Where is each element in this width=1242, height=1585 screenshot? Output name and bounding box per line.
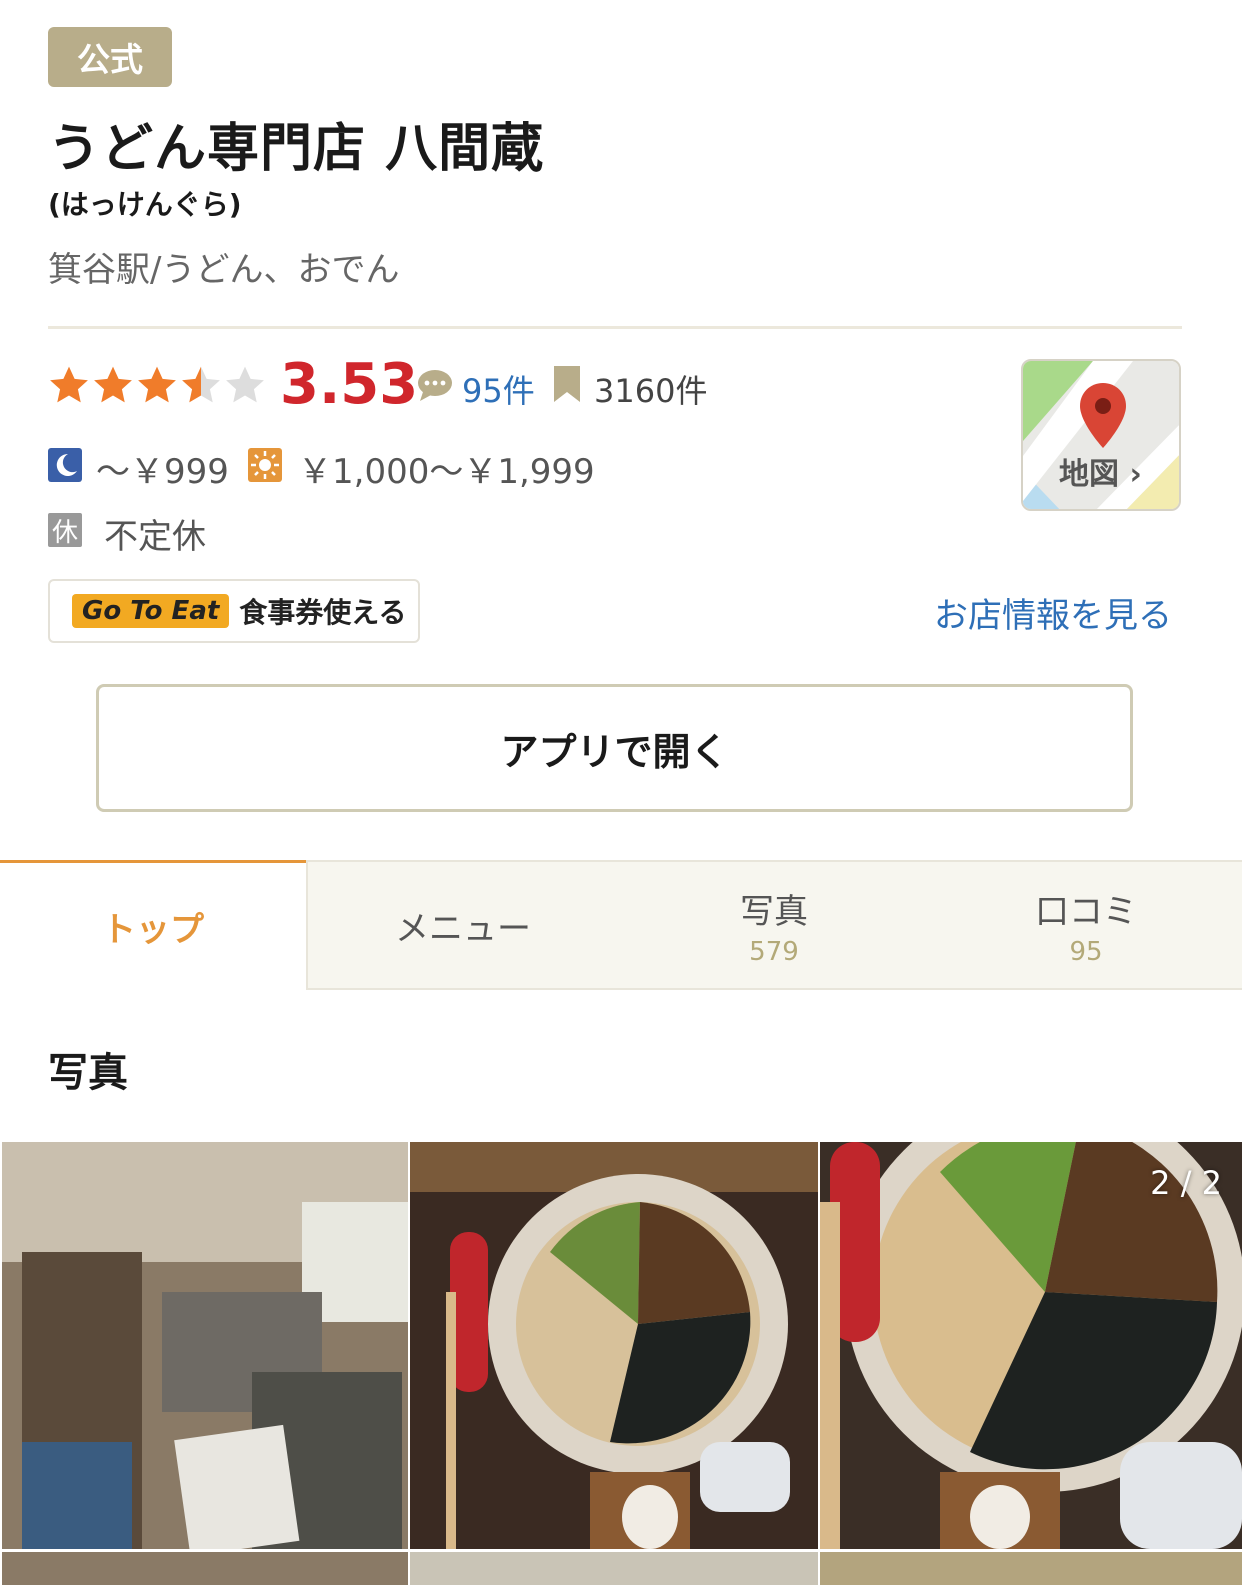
rating-stars <box>48 364 266 406</box>
moon-icon <box>48 448 82 482</box>
sun-icon <box>248 448 282 482</box>
shop-name: うどん専門店 八間蔵 <box>48 119 545 179</box>
tab-photos[interactable]: 写真 579 <box>618 860 930 990</box>
photo-thumbnail[interactable] <box>410 1142 818 1549</box>
photo-thumbnail[interactable] <box>2 1142 408 1549</box>
dinner-price: ～￥999 <box>96 452 229 492</box>
photo-counter: 2 / 2 <box>1150 1164 1222 1202</box>
star-icon <box>50 366 88 403</box>
store-info-link[interactable]: お店情報を見る <box>934 588 1172 637</box>
tab-count: 95 <box>1069 936 1103 967</box>
shop-area-genre: 箕谷駅/うどん、おでん <box>48 250 400 290</box>
photo-thumbnail[interactable]: 2 / 2 <box>820 1142 1242 1549</box>
official-badge: 公式 <box>48 27 172 87</box>
tab-bar: トップ メニュー 写真 579 口コミ 95 <box>0 860 1242 990</box>
rating-score: 3.53 <box>280 352 419 417</box>
goto-eat-text: 食事券使える <box>239 596 407 629</box>
restaurant-interior-photo <box>2 1142 408 1549</box>
goto-eat-badge: Go To Eat 食事券使える <box>48 579 420 643</box>
tab-label: トップ <box>102 910 204 950</box>
photo-thumbnail[interactable] <box>2 1552 408 1585</box>
tab-label: 口コミ <box>1035 891 1137 932</box>
star-icon <box>94 366 132 403</box>
map-label: 地図 <box>1059 457 1119 492</box>
tab-menu[interactable]: メニュー <box>306 860 618 990</box>
half-star-icon <box>182 366 220 403</box>
open-app-button[interactable]: アプリで開く <box>96 684 1133 812</box>
tab-top[interactable]: トップ <box>0 860 306 990</box>
tab-label: 写真 <box>740 891 808 932</box>
divider <box>48 326 1182 329</box>
goto-eat-logo: Go To Eat <box>72 594 230 628</box>
map-button[interactable]: 地図 › <box>1021 359 1181 511</box>
tab-count: 579 <box>749 936 799 967</box>
photo-thumbnail[interactable] <box>820 1552 1242 1585</box>
review-count-link[interactable]: 95件 <box>462 366 535 412</box>
speech-bubble-icon <box>418 370 452 401</box>
tab-reviews[interactable]: 口コミ 95 <box>930 860 1242 990</box>
tab-label: メニュー <box>395 908 531 949</box>
star-icon <box>138 366 176 403</box>
shop-reading: (はっけんぐら) <box>48 188 242 221</box>
photos-section-title: 写真 <box>48 1050 128 1096</box>
lunch-price: ￥1,000～￥1,999 <box>298 452 595 492</box>
udon-bowl-closeup-photo <box>820 1142 1242 1549</box>
udon-bowl-photo <box>410 1142 818 1549</box>
holiday-icon: 休 <box>48 513 82 548</box>
bookmark-icon <box>554 366 580 402</box>
holiday-text: 不定休 <box>104 517 206 557</box>
photo-thumbnail[interactable] <box>410 1552 818 1585</box>
bookmark-count: 3160件 <box>594 372 708 410</box>
empty-star-icon <box>226 366 264 403</box>
